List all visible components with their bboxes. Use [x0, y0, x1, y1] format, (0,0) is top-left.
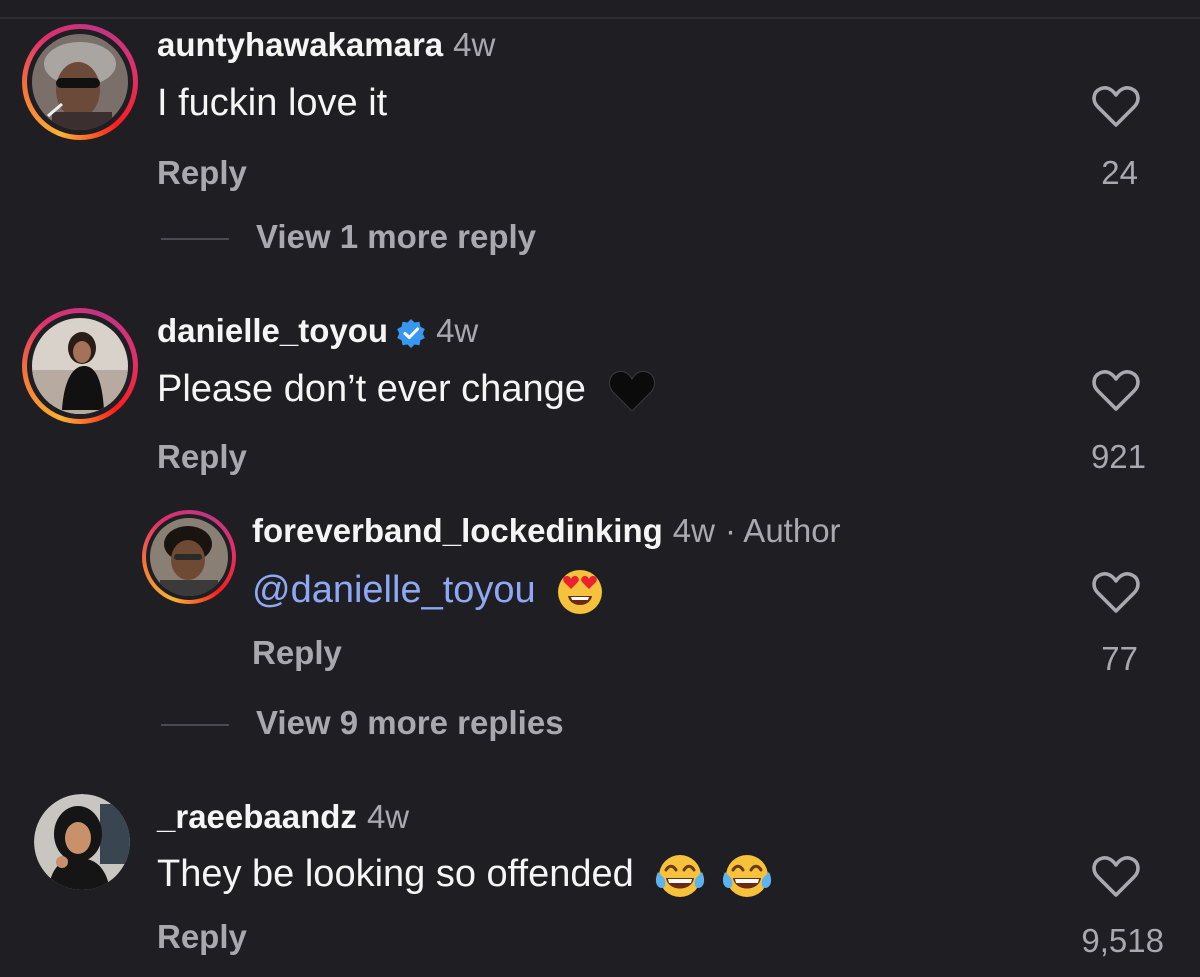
comment-username[interactable]: danielle_toyou 4w [157, 312, 478, 350]
heart-outline-icon[interactable] [1092, 854, 1140, 898]
username-text[interactable]: foreverband_lockedinking [252, 512, 663, 549]
avatar[interactable] [22, 308, 138, 424]
avatar-image [32, 318, 128, 414]
avatar[interactable] [142, 510, 236, 604]
verified-badge-icon [397, 319, 425, 349]
comment-username[interactable]: _raeebaandz 4w [157, 798, 409, 836]
author-tag: · Author [724, 512, 841, 549]
heart-outline-icon[interactable] [1092, 368, 1140, 412]
avatar-image [34, 794, 130, 890]
avatar-image [150, 518, 228, 596]
thread-line [161, 724, 229, 726]
comment-text: Please don’t ever change [157, 368, 656, 413]
heart-outline-icon[interactable] [1092, 570, 1140, 614]
comment-text: @danielle_toyou [252, 568, 604, 616]
like-count: 921 [1090, 438, 1146, 475]
tears-of-joy-emoji [722, 855, 771, 897]
comment-time: 4w [672, 512, 715, 549]
avatar[interactable] [34, 794, 130, 890]
comment-text: They be looking so offended [157, 852, 773, 900]
heart-eyes-emoji [558, 570, 603, 614]
comment-text: I fuckin love it [157, 82, 388, 124]
comment-text-content: They be looking so offended [157, 853, 634, 896]
mention-link[interactable]: @danielle_toyou [252, 569, 536, 611]
comment-time: 4w [366, 798, 410, 835]
avatar[interactable] [22, 24, 138, 140]
black-heart-emoji [609, 370, 656, 412]
view-more-replies-button[interactable]: View 1 more reply [161, 218, 536, 256]
username-text[interactable]: auntyhawakamara [157, 26, 443, 63]
reply-button[interactable]: Reply [157, 918, 247, 956]
avatar-image [32, 34, 128, 130]
reply-button[interactable]: Reply [157, 438, 247, 476]
reply-button[interactable]: Reply [252, 634, 342, 672]
top-divider [0, 17, 1200, 19]
comment-username[interactable]: auntyhawakamara 4w [157, 26, 495, 64]
view-more-replies-button[interactable]: View 9 more replies [161, 704, 564, 742]
tears-of-joy-emoji [656, 855, 705, 897]
comment-time: 4w [436, 312, 479, 349]
view-more-label[interactable]: View 9 more replies [256, 704, 564, 741]
heart-outline-icon[interactable] [1092, 84, 1140, 128]
username-text[interactable]: _raeebaandz [157, 798, 357, 835]
like-count: 77 [1101, 640, 1138, 677]
thread-line [161, 238, 229, 240]
like-count: 9,518 [1081, 922, 1164, 959]
comment-username[interactable]: foreverband_lockedinking 4w · Author [252, 512, 841, 550]
view-more-label[interactable]: View 1 more reply [256, 218, 536, 255]
reply-button[interactable]: Reply [157, 154, 247, 192]
comment-time: 4w [453, 26, 496, 63]
comment-text-content: Please don’t ever change [157, 368, 586, 410]
username-text[interactable]: danielle_toyou [157, 312, 388, 349]
like-count: 24 [1101, 154, 1138, 191]
